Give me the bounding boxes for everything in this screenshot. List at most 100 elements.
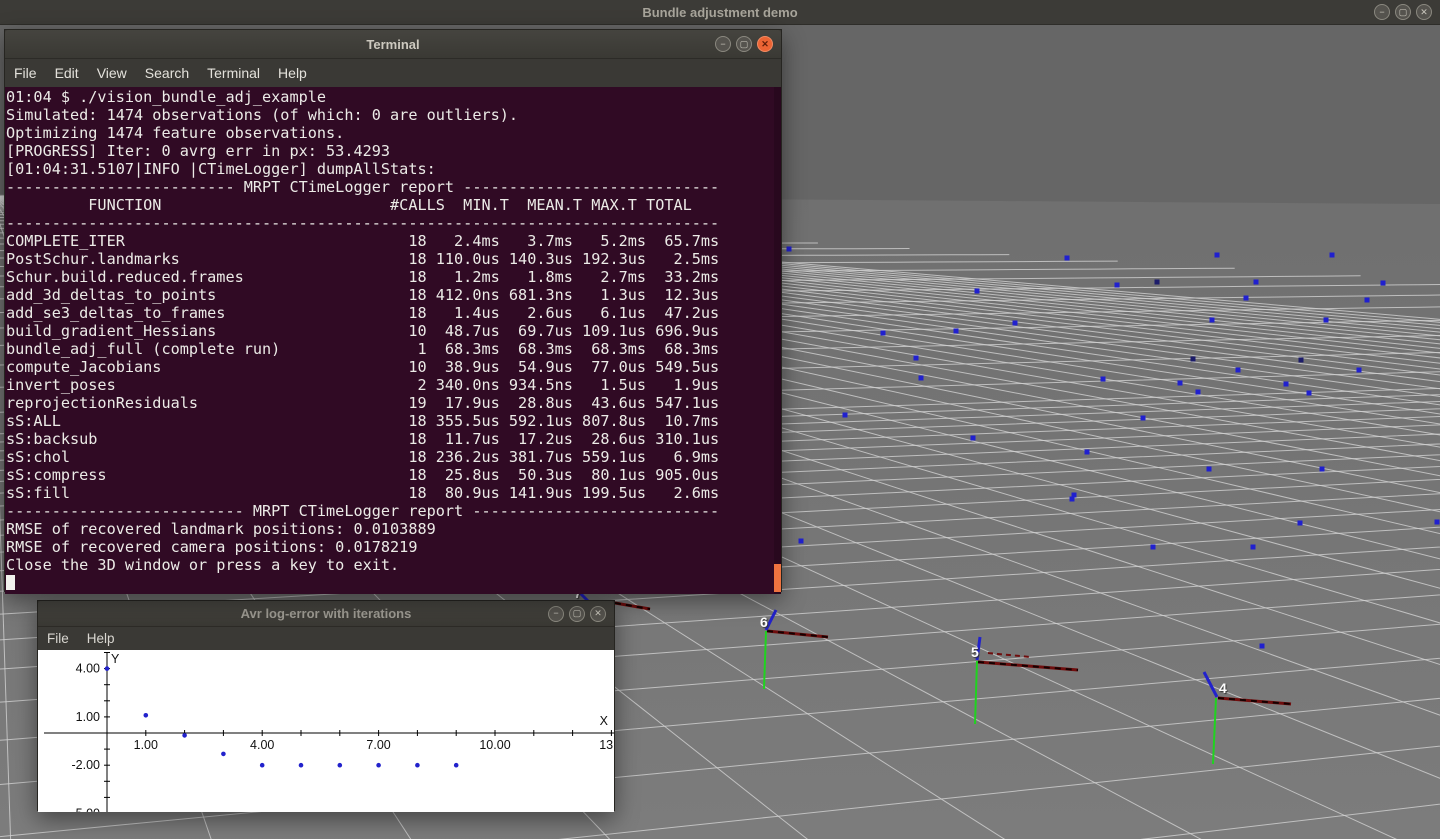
x-tick-label: 4.00 [250, 738, 274, 752]
landmark-point [975, 289, 980, 294]
plot-menubar: FileHelp [38, 627, 614, 650]
y-axis-label: Y [111, 652, 120, 666]
menu-item-edit[interactable]: Edit [46, 62, 88, 84]
terminal-window-buttons: −▢ ✕ [715, 30, 773, 58]
app-title: Bundle adjustment demo [642, 5, 797, 20]
x-tick-label: 7.00 [366, 738, 390, 752]
close-button[interactable]: ✕ [757, 36, 773, 52]
minimize-button[interactable]: − [1374, 4, 1390, 20]
menu-item-search[interactable]: Search [136, 62, 198, 84]
desktop: 6547 Bundle adjustment demo −▢✕ Terminal… [0, 0, 1440, 839]
close-button[interactable]: ✕ [1416, 4, 1432, 20]
landmark-point [1070, 497, 1075, 502]
landmark-point [1284, 382, 1289, 387]
app-titlebar[interactable]: Bundle adjustment demo −▢ ✕ [0, 0, 1440, 25]
menu-item-terminal[interactable]: Terminal [198, 62, 269, 84]
landmark-point [1151, 545, 1156, 550]
menu-item-view[interactable]: View [88, 62, 136, 84]
y-tick-label: 1.00 [76, 710, 100, 724]
landmark-point [1298, 521, 1303, 526]
app-window-buttons: −▢ ✕ [1374, 0, 1432, 24]
landmark-point [1365, 298, 1370, 303]
landmark-point [799, 539, 804, 544]
plot-background [38, 650, 614, 812]
plot-titlebar[interactable]: Avr log-error with iterations −▢ ✕ [38, 601, 614, 627]
terminal-cursor [6, 575, 15, 590]
data-point [338, 763, 343, 768]
close-button[interactable]: ✕ [590, 606, 606, 622]
landmark-point [1244, 296, 1249, 301]
landmark-point [919, 376, 924, 381]
landmark-point [1357, 368, 1362, 373]
camera-label: 6 [760, 614, 768, 630]
landmark-point [1155, 280, 1160, 285]
data-point [221, 752, 226, 757]
landmark-point [914, 356, 919, 361]
x-tick-label: 1.00 [134, 738, 158, 752]
data-point [454, 763, 459, 768]
menu-item-help[interactable]: Help [269, 62, 316, 84]
data-point [260, 763, 265, 768]
landmark-point [843, 413, 848, 418]
landmark-point [1299, 358, 1304, 363]
minimize-button[interactable]: − [548, 606, 564, 622]
plot-window-buttons: −▢ ✕ [548, 601, 606, 626]
terminal-output-text: 01:04 $ ./vision_bundle_adj_example Simu… [5, 87, 781, 592]
landmark-point [971, 436, 976, 441]
landmark-point [1065, 256, 1070, 261]
landmark-point [1178, 381, 1183, 386]
landmark-point [1236, 368, 1241, 373]
landmark-point [1254, 280, 1259, 285]
y-tick-label: -5.00 [72, 807, 101, 813]
plot-window: Avr log-error with iterations −▢ ✕ FileHe… [37, 600, 615, 811]
plot-title: Avr log-error with iterations [241, 606, 412, 621]
data-point [182, 733, 187, 738]
landmark-point [1141, 416, 1146, 421]
landmark-point [1085, 450, 1090, 455]
data-point [105, 666, 110, 671]
x-tick-label: 13.0 [599, 738, 614, 752]
terminal-title: Terminal [366, 37, 419, 52]
terminal-window: Terminal −▢✕ FileEditViewSearchTerminalH… [4, 29, 782, 592]
maximize-button[interactable]: ▢ [1395, 4, 1411, 20]
maximize-button[interactable]: ▢ [736, 36, 752, 52]
camera-label: 5 [971, 644, 979, 660]
maximize-button[interactable]: ▢ [569, 606, 585, 622]
landmark-point [1435, 520, 1440, 525]
menu-item-help[interactable]: Help [78, 628, 124, 649]
landmark-point [1210, 318, 1215, 323]
terminal-scrollbar-thumb[interactable] [774, 564, 781, 592]
landmark-point [1196, 390, 1201, 395]
landmark-point [881, 331, 886, 336]
menu-item-file[interactable]: File [5, 62, 46, 84]
data-point [299, 763, 304, 768]
terminal-output-area[interactable]: 01:04 $ ./vision_bundle_adj_example Simu… [5, 87, 781, 594]
data-point [376, 763, 381, 768]
landmark-point [1307, 391, 1312, 396]
landmark-point [1207, 467, 1212, 472]
x-tick-label: 10.00 [479, 738, 510, 752]
landmark-point [1320, 467, 1325, 472]
landmark-point [1115, 283, 1120, 288]
landmark-point [1215, 253, 1220, 258]
landmark-point [954, 329, 959, 334]
terminal-titlebar[interactable]: Terminal −▢ ✕ [5, 30, 781, 59]
terminal-menubar: FileEditViewSearchTerminalHelp [5, 59, 781, 87]
menu-item-file[interactable]: File [38, 628, 78, 649]
landmark-point [1013, 321, 1018, 326]
landmark-point [1330, 253, 1335, 258]
data-point [415, 763, 420, 768]
y-tick-label: -2.00 [72, 758, 101, 772]
terminal-scrollbar[interactable] [774, 87, 781, 594]
landmark-point [1251, 545, 1256, 550]
landmark-point [1324, 318, 1329, 323]
landmark-point [1101, 377, 1106, 382]
y-tick-label: 4.00 [76, 662, 100, 676]
landmark-point [787, 247, 792, 252]
camera-label: 4 [1219, 680, 1227, 696]
data-point [144, 713, 149, 718]
plot-canvas[interactable]: 1.00 4.00 7.00 10.00 13.0 4.00 1.00 -2.00 -5.00 Y… [38, 650, 614, 812]
x-axis-label: X [600, 714, 609, 728]
minimize-button[interactable]: − [715, 36, 731, 52]
landmark-point [1381, 281, 1386, 286]
